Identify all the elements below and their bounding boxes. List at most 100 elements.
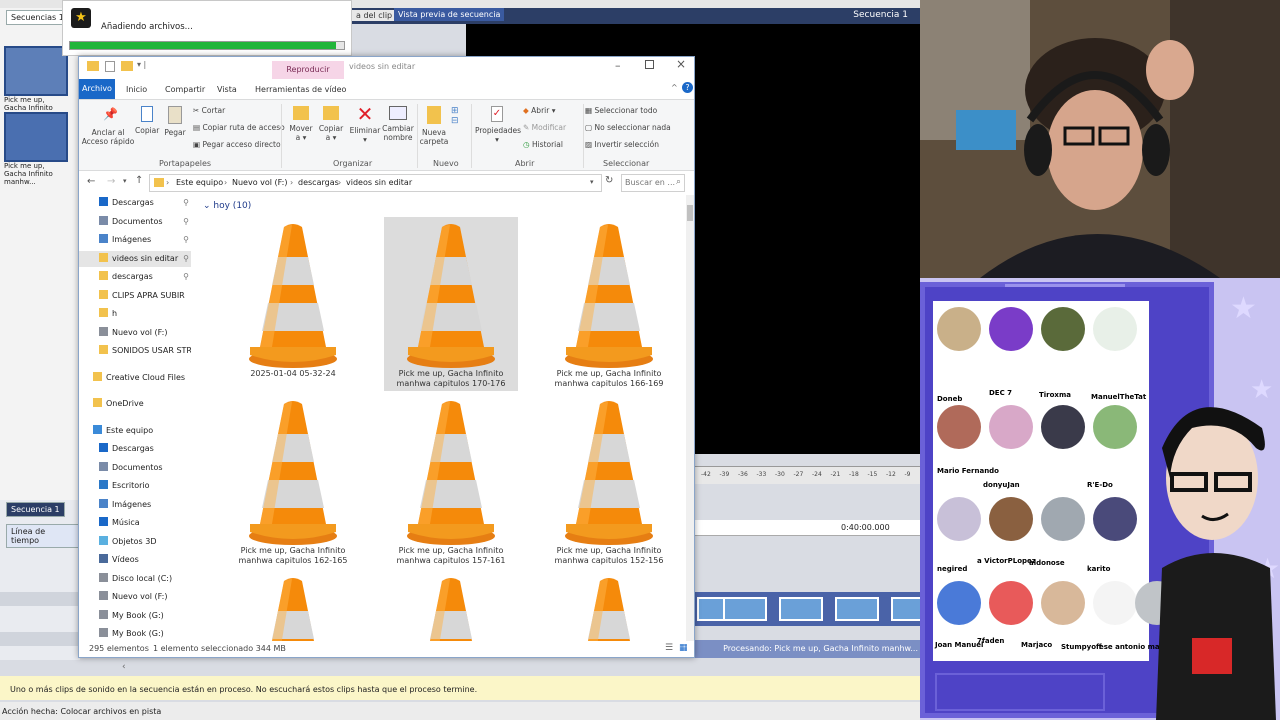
customize-quick-access-icon[interactable]: ▾ | (137, 60, 146, 69)
invert-selection-button[interactable]: ▨ Invertir selección (585, 140, 659, 149)
address-bar[interactable]: › Este equipo › Nuevo vol (F:) › descarg… (149, 174, 602, 192)
breadcrumb-este-equipo[interactable]: Este equipo (176, 178, 223, 187)
nav-item[interactable]: Nuevo vol (F:) (79, 325, 191, 341)
vlc-cone-icon (564, 223, 654, 372)
help-icon[interactable]: ? (682, 82, 693, 93)
nav-item[interactable]: videos sin editar ⚲ (79, 250, 191, 267)
file-tile[interactable]: Pick me up, Gacha Infinito manhwa capitu… (384, 217, 518, 391)
paste-button[interactable]: Pegar (163, 106, 187, 137)
properties-quick-icon[interactable] (105, 61, 115, 72)
nav-item[interactable]: Escritorio (79, 478, 191, 494)
nav-item[interactable]: Música (79, 515, 191, 531)
breadcrumb-videos-sin-editar[interactable]: videos sin editar (346, 178, 412, 187)
video-track[interactable] (695, 592, 935, 626)
select-all-button[interactable]: ▦ Seleccionar todo (585, 106, 657, 115)
file-tile[interactable]: Pick me up, Gacha Infinito manhwa capitu… (542, 394, 676, 568)
properties-button[interactable]: ✓ Propiedades ▾ (475, 106, 521, 144)
modify-button[interactable]: ✎ Modificar (523, 123, 566, 132)
rename-button[interactable]: Cambiar nombre (381, 106, 415, 142)
media-item[interactable]: Pick me up, Gacha Infinito manhw... (4, 112, 68, 186)
breadcrumb-descargas[interactable]: descargas (298, 178, 339, 187)
track-header[interactable] (0, 632, 80, 646)
file-tile[interactable]: 2025-01-04 05-32-24 (226, 217, 360, 391)
file-tile[interactable] (542, 571, 676, 641)
delete-button[interactable]: ✕ Eliminar ▾ (349, 104, 381, 144)
nav-item[interactable]: Objetos 3D (79, 534, 191, 550)
media-item[interactable]: Pick me up, Gacha Infinito manhw... (4, 46, 68, 120)
copy-button[interactable]: Copiar (135, 106, 159, 135)
back-arrow-icon[interactable]: ← (87, 176, 95, 187)
vertical-scrollbar[interactable] (686, 195, 694, 641)
forward-arrow-icon[interactable]: → (107, 176, 115, 187)
audio-track-processing[interactable]: Procesando: Pick me up, Gacha Infinito m… (695, 640, 920, 658)
tab-archivo[interactable]: Archivo (79, 79, 115, 99)
nav-item[interactable]: Creative Cloud Files (79, 370, 191, 386)
up-arrow-icon[interactable]: ↑ (135, 175, 143, 186)
timeline-tab[interactable]: Línea de tiempo (6, 524, 80, 548)
clip-thumbnail (779, 597, 823, 621)
nav-item[interactable]: Imágenes (79, 497, 191, 513)
group-header[interactable]: ⌄ hoy (10) (203, 201, 251, 211)
nav-item[interactable]: SONIDOS USAR STRE (79, 343, 191, 359)
nav-item[interactable]: Disco local (C:) (79, 571, 191, 587)
supporter-name: negired (937, 565, 968, 573)
vlc-cone-icon (406, 400, 496, 549)
pin-quick-access-button[interactable]: 📌 Anclar al Acceso rápido (81, 108, 135, 146)
tab-inicio[interactable]: Inicio (126, 85, 147, 94)
refresh-icon[interactable]: ↻ (605, 175, 613, 186)
timeline-ruler[interactable]: -42 -39 -36 -33 -30 -27 -24 -21 -18 -15 -12 -9 (695, 466, 920, 484)
address-dropdown-icon[interactable]: ▾ (590, 178, 594, 186)
file-tile[interactable] (384, 571, 518, 641)
copy-to-button[interactable]: Copiar a ▾ (317, 106, 345, 142)
large-icons-view-icon[interactable]: ▦ (679, 643, 688, 653)
recent-locations-icon[interactable]: ▾ (123, 177, 127, 185)
file-tile[interactable]: Pick me up, Gacha Infinito manhwa capitu… (226, 394, 360, 568)
collapse-ribbon-icon[interactable]: ^ (671, 83, 678, 92)
nav-item[interactable]: Descargas ⚲ (79, 195, 191, 211)
move-to-button[interactable]: Mover a ▾ (287, 106, 315, 142)
file-tile[interactable] (226, 571, 360, 641)
select-none-button[interactable]: ▢ No seleccionar nada (585, 123, 671, 132)
search-input[interactable]: Buscar en ... ⌕ (621, 174, 685, 192)
nav-item[interactable]: Documentos ⚲ (79, 214, 191, 230)
nav-item[interactable]: Imágenes ⚲ (79, 232, 191, 248)
cut-button[interactable]: ✂ Cortar (193, 106, 225, 115)
new-folder-quick-icon[interactable] (121, 61, 133, 71)
new-item-icon[interactable]: ⊞ ⊟ (451, 106, 465, 136)
nav-item[interactable]: My Book (G:) (79, 608, 191, 624)
sequence-preview-tab[interactable]: Vista previa de secuencia (394, 8, 505, 21)
nav-item[interactable]: CLIPS APRA SUBIR (79, 288, 191, 304)
paste-shortcut-button[interactable]: ▣ Pegar acceso directo (193, 140, 281, 149)
nav-item[interactable]: Nuevo vol (F:) (79, 589, 191, 605)
track-header[interactable] (0, 592, 80, 606)
copy-path-button[interactable]: ▤ Copiar ruta de acceso (193, 123, 285, 132)
play-context-tab[interactable]: Reproducir (272, 61, 344, 79)
sequences-tab[interactable]: Secuencias 1 (6, 10, 69, 25)
nav-item[interactable]: My Book (G:) (79, 626, 191, 641)
scrollbar-thumb[interactable] (687, 205, 693, 221)
desktop-icon (99, 480, 108, 489)
file-tile[interactable]: Pick me up, Gacha Infinito manhwa capitu… (542, 217, 676, 391)
nav-item[interactable]: Vídeos (79, 552, 191, 568)
tab-herramientas-video[interactable]: Herramientas de vídeo (255, 85, 346, 94)
nav-item[interactable]: Este equipo (79, 423, 191, 439)
tab-compartir[interactable]: Compartir (165, 85, 205, 94)
open-button[interactable]: ◆ Abrir ▾ (523, 106, 555, 115)
details-view-icon[interactable]: ☰ (665, 643, 673, 653)
nav-item[interactable]: Descargas (79, 441, 191, 457)
nav-item[interactable]: h (79, 306, 191, 322)
nav-item[interactable]: Documentos (79, 460, 191, 476)
sequence-tab[interactable]: Secuencia 1 (6, 502, 65, 517)
clip-tab[interactable]: a del clip (352, 10, 397, 21)
close-button[interactable]: × (676, 57, 686, 71)
nav-item[interactable]: descargas ⚲ (79, 269, 191, 285)
history-button[interactable]: ◷ Historial (523, 140, 563, 149)
breadcrumb-nuevo-vol[interactable]: Nuevo vol (F:) (232, 178, 287, 187)
tab-vista[interactable]: Vista (217, 85, 237, 94)
scroll-left-icon[interactable]: ‹ (122, 662, 126, 672)
minimize-button[interactable]: – (615, 59, 621, 72)
file-tile[interactable]: Pick me up, Gacha Infinito manhwa capitu… (384, 394, 518, 568)
maximize-button[interactable] (645, 60, 654, 69)
new-folder-button[interactable]: Nueva carpeta (419, 106, 449, 146)
nav-item[interactable]: OneDrive (79, 396, 191, 412)
